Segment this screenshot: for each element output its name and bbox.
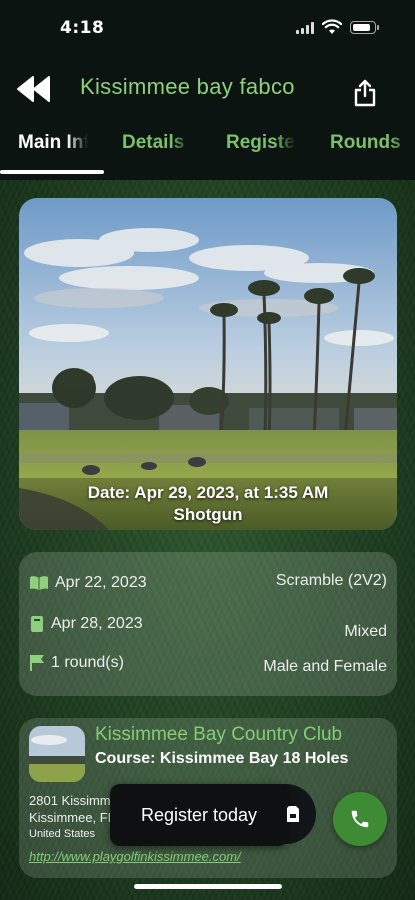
registration-open-date: Apr 22, 2023 — [55, 574, 147, 591]
page-title: Kissimmee bay fabco — [80, 74, 295, 99]
back-button[interactable] — [14, 72, 54, 106]
tab-details[interactable]: Details — [122, 132, 192, 154]
phone-icon — [351, 810, 369, 828]
event-hero-image: Date: Apr 29, 2023, at 1:35 AM Shotgun — [19, 198, 397, 530]
clipboard-icon — [287, 806, 299, 822]
flag-icon — [30, 655, 44, 671]
rounds-row: 1 round(s) — [29, 654, 124, 672]
tab-rounds[interactable]: Rounds — [330, 132, 415, 154]
share-icon — [354, 79, 376, 107]
tab-main-info[interactable]: Main Info — [18, 132, 88, 154]
wifi-icon — [322, 19, 342, 34]
call-club-button[interactable] — [333, 792, 387, 846]
tab-register[interactable]: Register — [226, 132, 296, 154]
rounds-count: 1 round(s) — [51, 654, 124, 671]
book-open-icon — [30, 576, 48, 590]
register-icon[interactable] — [284, 803, 302, 825]
golf-course-photo — [19, 198, 397, 530]
registration-close-row: Apr 28, 2023 — [29, 615, 143, 633]
registration-open-row: Apr 22, 2023 — [29, 574, 147, 592]
book-closed-icon — [31, 616, 43, 632]
signal-icon — [296, 22, 314, 34]
game-type: Scramble (2V2) — [275, 572, 387, 589]
tab-indicator — [0, 170, 104, 174]
club-thumbnail — [29, 726, 85, 782]
event-info-card: Apr 22, 2023 Apr 28, 2023 1 round(s) Scr… — [19, 552, 397, 696]
club-website-link[interactable]: http://www.playgolfinkissimmee.com/ — [29, 849, 241, 864]
gender-eligibility: Male and Female — [263, 658, 387, 675]
tab-bar: Main Info Details Register Rounds — [0, 126, 415, 176]
home-indicator[interactable] — [134, 884, 282, 889]
club-course: Course: Kissimmee Bay 18 Holes — [95, 750, 349, 767]
event-date: Date: Apr 29, 2023, at 1:35 AM — [87, 483, 329, 502]
registration-close-date: Apr 28, 2023 — [51, 615, 143, 632]
share-button[interactable] — [350, 76, 380, 110]
register-today-button[interactable]: Register today — [110, 784, 288, 846]
club-name[interactable]: Kissimmee Bay Country Club — [95, 724, 342, 746]
double-chevron-left-icon — [17, 76, 50, 102]
status-bar: 4:18 — [0, 0, 415, 56]
event-format: Shotgun — [173, 505, 243, 524]
status-time: 4:18 — [60, 18, 105, 38]
event-date-caption: Date: Apr 29, 2023, at 1:35 AM Shotgun — [19, 482, 397, 526]
division: Mixed — [344, 623, 387, 640]
battery-icon — [350, 21, 379, 34]
